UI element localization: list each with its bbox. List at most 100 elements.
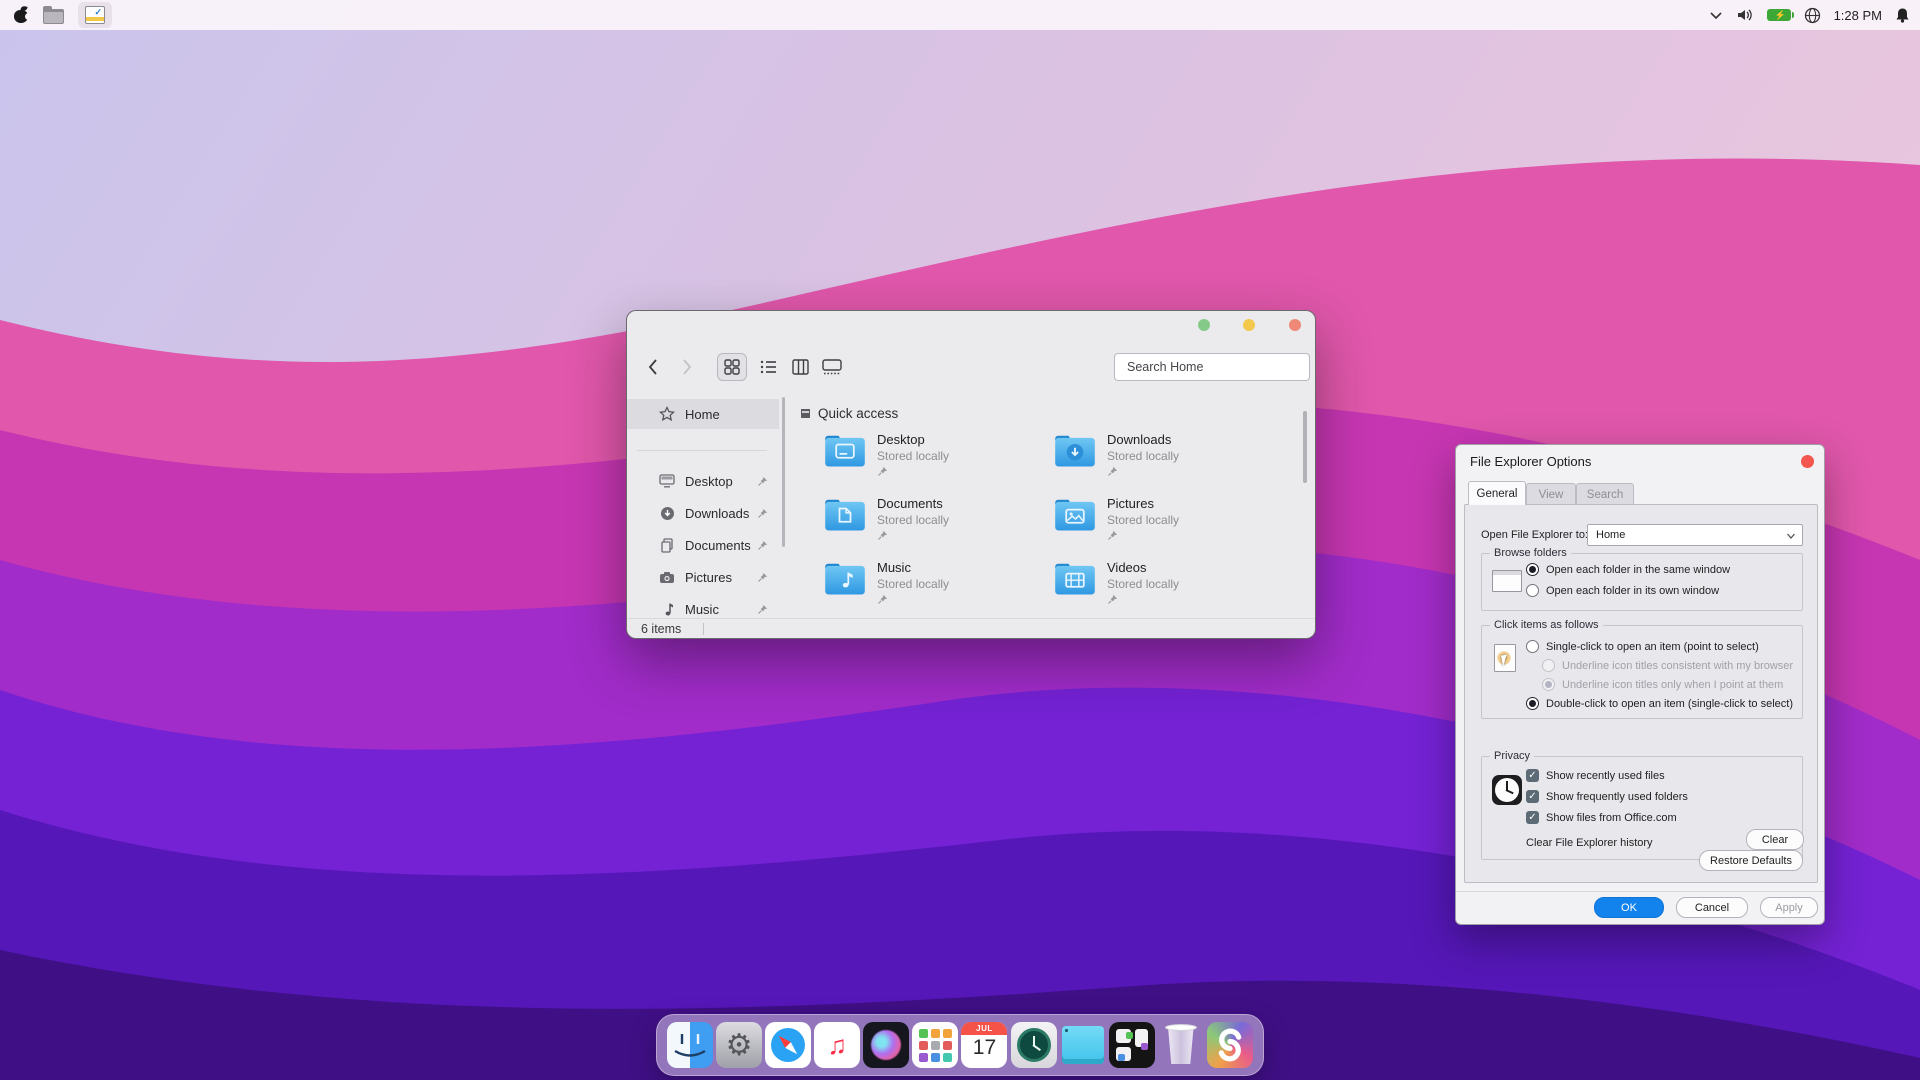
camera-icon bbox=[659, 569, 675, 585]
search-input[interactable] bbox=[1115, 354, 1309, 380]
radio-single-click[interactable]: Single-click to open an item (point to s… bbox=[1526, 640, 1759, 653]
dock-icon-trash[interactable] bbox=[1158, 1022, 1204, 1068]
list-view-button[interactable] bbox=[753, 353, 783, 381]
radio-icon bbox=[1526, 584, 1539, 597]
dock-icon-launchpad[interactable] bbox=[912, 1022, 958, 1068]
checkbox-recent-files[interactable]: ✓ Show recently used files bbox=[1526, 769, 1665, 782]
folder-music-icon bbox=[823, 559, 867, 597]
traffic-light-green[interactable] bbox=[1198, 319, 1210, 331]
notifications-bell-icon[interactable] bbox=[1895, 7, 1910, 23]
traffic-light-yellow[interactable] bbox=[1243, 319, 1255, 331]
pin-icon bbox=[877, 530, 949, 541]
pin-icon bbox=[757, 508, 768, 519]
restore-defaults-button[interactable]: Restore Defaults bbox=[1699, 850, 1803, 871]
radio-icon bbox=[1526, 640, 1539, 653]
menu-bar-clock[interactable]: 1:28 PM bbox=[1834, 8, 1882, 23]
dock-icon-siri[interactable] bbox=[863, 1022, 909, 1068]
apply-button[interactable]: Apply bbox=[1760, 897, 1818, 918]
pin-icon bbox=[757, 540, 768, 551]
sidebar-scrollbar[interactable] bbox=[782, 397, 785, 547]
tab-search[interactable]: Search bbox=[1576, 483, 1634, 505]
sidebar-item-home[interactable]: Home bbox=[627, 399, 779, 429]
files-menu-icon[interactable] bbox=[43, 9, 64, 24]
pin-icon bbox=[757, 604, 768, 615]
gallery-view-button[interactable] bbox=[817, 353, 847, 381]
quick-access-header: Quick access bbox=[801, 406, 898, 421]
status-separator bbox=[703, 623, 704, 635]
clear-history-label: Clear File Explorer history bbox=[1526, 837, 1653, 849]
dock: ⚙ ♫ JUL 17 bbox=[656, 1014, 1264, 1076]
battery-icon[interactable]: ⚡ bbox=[1767, 9, 1791, 21]
folder-videos-icon bbox=[1053, 559, 1097, 597]
sidebar-item-downloads[interactable]: Downloads bbox=[627, 499, 779, 527]
open-to-dropdown[interactable]: Home bbox=[1587, 524, 1803, 546]
tab-view[interactable]: View bbox=[1526, 483, 1576, 505]
recent-history-clock-icon bbox=[1492, 775, 1522, 805]
radio-icon bbox=[1526, 697, 1539, 710]
grid-view-button[interactable] bbox=[717, 353, 747, 381]
quick-access-icon bbox=[801, 409, 810, 418]
pin-icon bbox=[877, 466, 949, 477]
dock-icon-system-preferences[interactable]: ⚙ bbox=[716, 1022, 762, 1068]
traffic-light-red[interactable] bbox=[1289, 319, 1301, 331]
chevron-down-icon[interactable] bbox=[1709, 10, 1723, 20]
tile-music[interactable]: Music Stored locally bbox=[823, 559, 1053, 623]
pin-icon bbox=[1107, 530, 1179, 541]
checkbox-office-files[interactable]: ✓ Show files from Office.com bbox=[1526, 811, 1677, 824]
checkbox-icon: ✓ bbox=[1526, 811, 1539, 824]
radio-icon bbox=[1542, 678, 1555, 691]
radio-own-window[interactable]: Open each folder in its own window bbox=[1526, 584, 1719, 597]
dock-icon-sync-utility[interactable] bbox=[1207, 1022, 1253, 1068]
radio-same-window[interactable]: Open each folder in the same window bbox=[1526, 563, 1730, 576]
dock-icon-music[interactable]: ♫ bbox=[814, 1022, 860, 1068]
file-explorer-options-menu-icon[interactable]: ✓ bbox=[78, 2, 112, 28]
checkbox-frequent-folders[interactable]: ✓ Show frequently used folders bbox=[1526, 790, 1688, 803]
clear-button[interactable]: Clear bbox=[1746, 829, 1804, 850]
close-icon[interactable] bbox=[1801, 455, 1814, 468]
apple-menu-icon[interactable] bbox=[14, 6, 29, 24]
tile-documents[interactable]: Documents Stored locally bbox=[823, 495, 1053, 559]
status-bar: 6 items bbox=[627, 618, 1315, 638]
dock-icon-time-machine[interactable] bbox=[1011, 1022, 1057, 1068]
forward-button[interactable] bbox=[675, 355, 699, 379]
general-tab-panel: Open File Explorer to: Home Browse folde… bbox=[1464, 504, 1818, 883]
click-document-icon bbox=[1494, 644, 1516, 672]
file-manager-window: Home Desktop Downloads Document bbox=[626, 310, 1316, 639]
globe-icon[interactable] bbox=[1804, 7, 1821, 24]
dock-icon-finder[interactable] bbox=[667, 1022, 713, 1068]
tab-general[interactable]: General bbox=[1468, 481, 1526, 505]
dock-icon-safari[interactable] bbox=[765, 1022, 811, 1068]
dock-icon-stickies[interactable] bbox=[1060, 1022, 1106, 1068]
download-circle-icon bbox=[659, 505, 675, 521]
items-count: 6 items bbox=[641, 622, 681, 636]
radio-underline-point: Underline icon titles only when I point … bbox=[1542, 678, 1783, 691]
dialog-footer-divider bbox=[1456, 891, 1824, 892]
folder-desktop-icon bbox=[823, 431, 867, 469]
radio-double-click[interactable]: Double-click to open an item (single-cli… bbox=[1526, 697, 1793, 710]
tile-downloads[interactable]: Downloads Stored locally bbox=[1053, 431, 1283, 495]
tile-pictures[interactable]: Pictures Stored locally bbox=[1053, 495, 1283, 559]
tile-videos[interactable]: Videos Stored locally bbox=[1053, 559, 1283, 623]
dock-icon-calendar[interactable]: JUL 17 bbox=[961, 1022, 1007, 1068]
pin-icon bbox=[877, 594, 949, 605]
desktop: ✓ ⚡ 1:28 PM bbox=[0, 0, 1920, 1080]
star-icon bbox=[659, 406, 675, 422]
click-items-group: Click items as follows Single-click to o… bbox=[1481, 625, 1803, 719]
volume-icon[interactable] bbox=[1736, 8, 1754, 22]
sidebar-item-desktop[interactable]: Desktop bbox=[627, 467, 779, 495]
menu-bar: ✓ ⚡ 1:28 PM bbox=[0, 0, 1920, 30]
dock-icon-mission-control[interactable] bbox=[1109, 1022, 1155, 1068]
content-scrollbar[interactable] bbox=[1303, 411, 1307, 483]
checkbox-icon: ✓ bbox=[1526, 790, 1539, 803]
ok-button[interactable]: OK bbox=[1594, 897, 1664, 918]
documents-icon bbox=[659, 537, 675, 553]
tile-desktop[interactable]: Desktop Stored locally bbox=[823, 431, 1053, 495]
dialog-title: File Explorer Options bbox=[1470, 454, 1591, 469]
back-button[interactable] bbox=[641, 355, 665, 379]
columns-view-button[interactable] bbox=[785, 353, 815, 381]
sidebar-item-documents[interactable]: Documents bbox=[627, 531, 779, 559]
folder-pictures-icon bbox=[1053, 495, 1097, 533]
sidebar-item-pictures[interactable]: Pictures bbox=[627, 563, 779, 591]
cancel-button[interactable]: Cancel bbox=[1676, 897, 1748, 918]
pin-icon bbox=[1107, 466, 1179, 477]
